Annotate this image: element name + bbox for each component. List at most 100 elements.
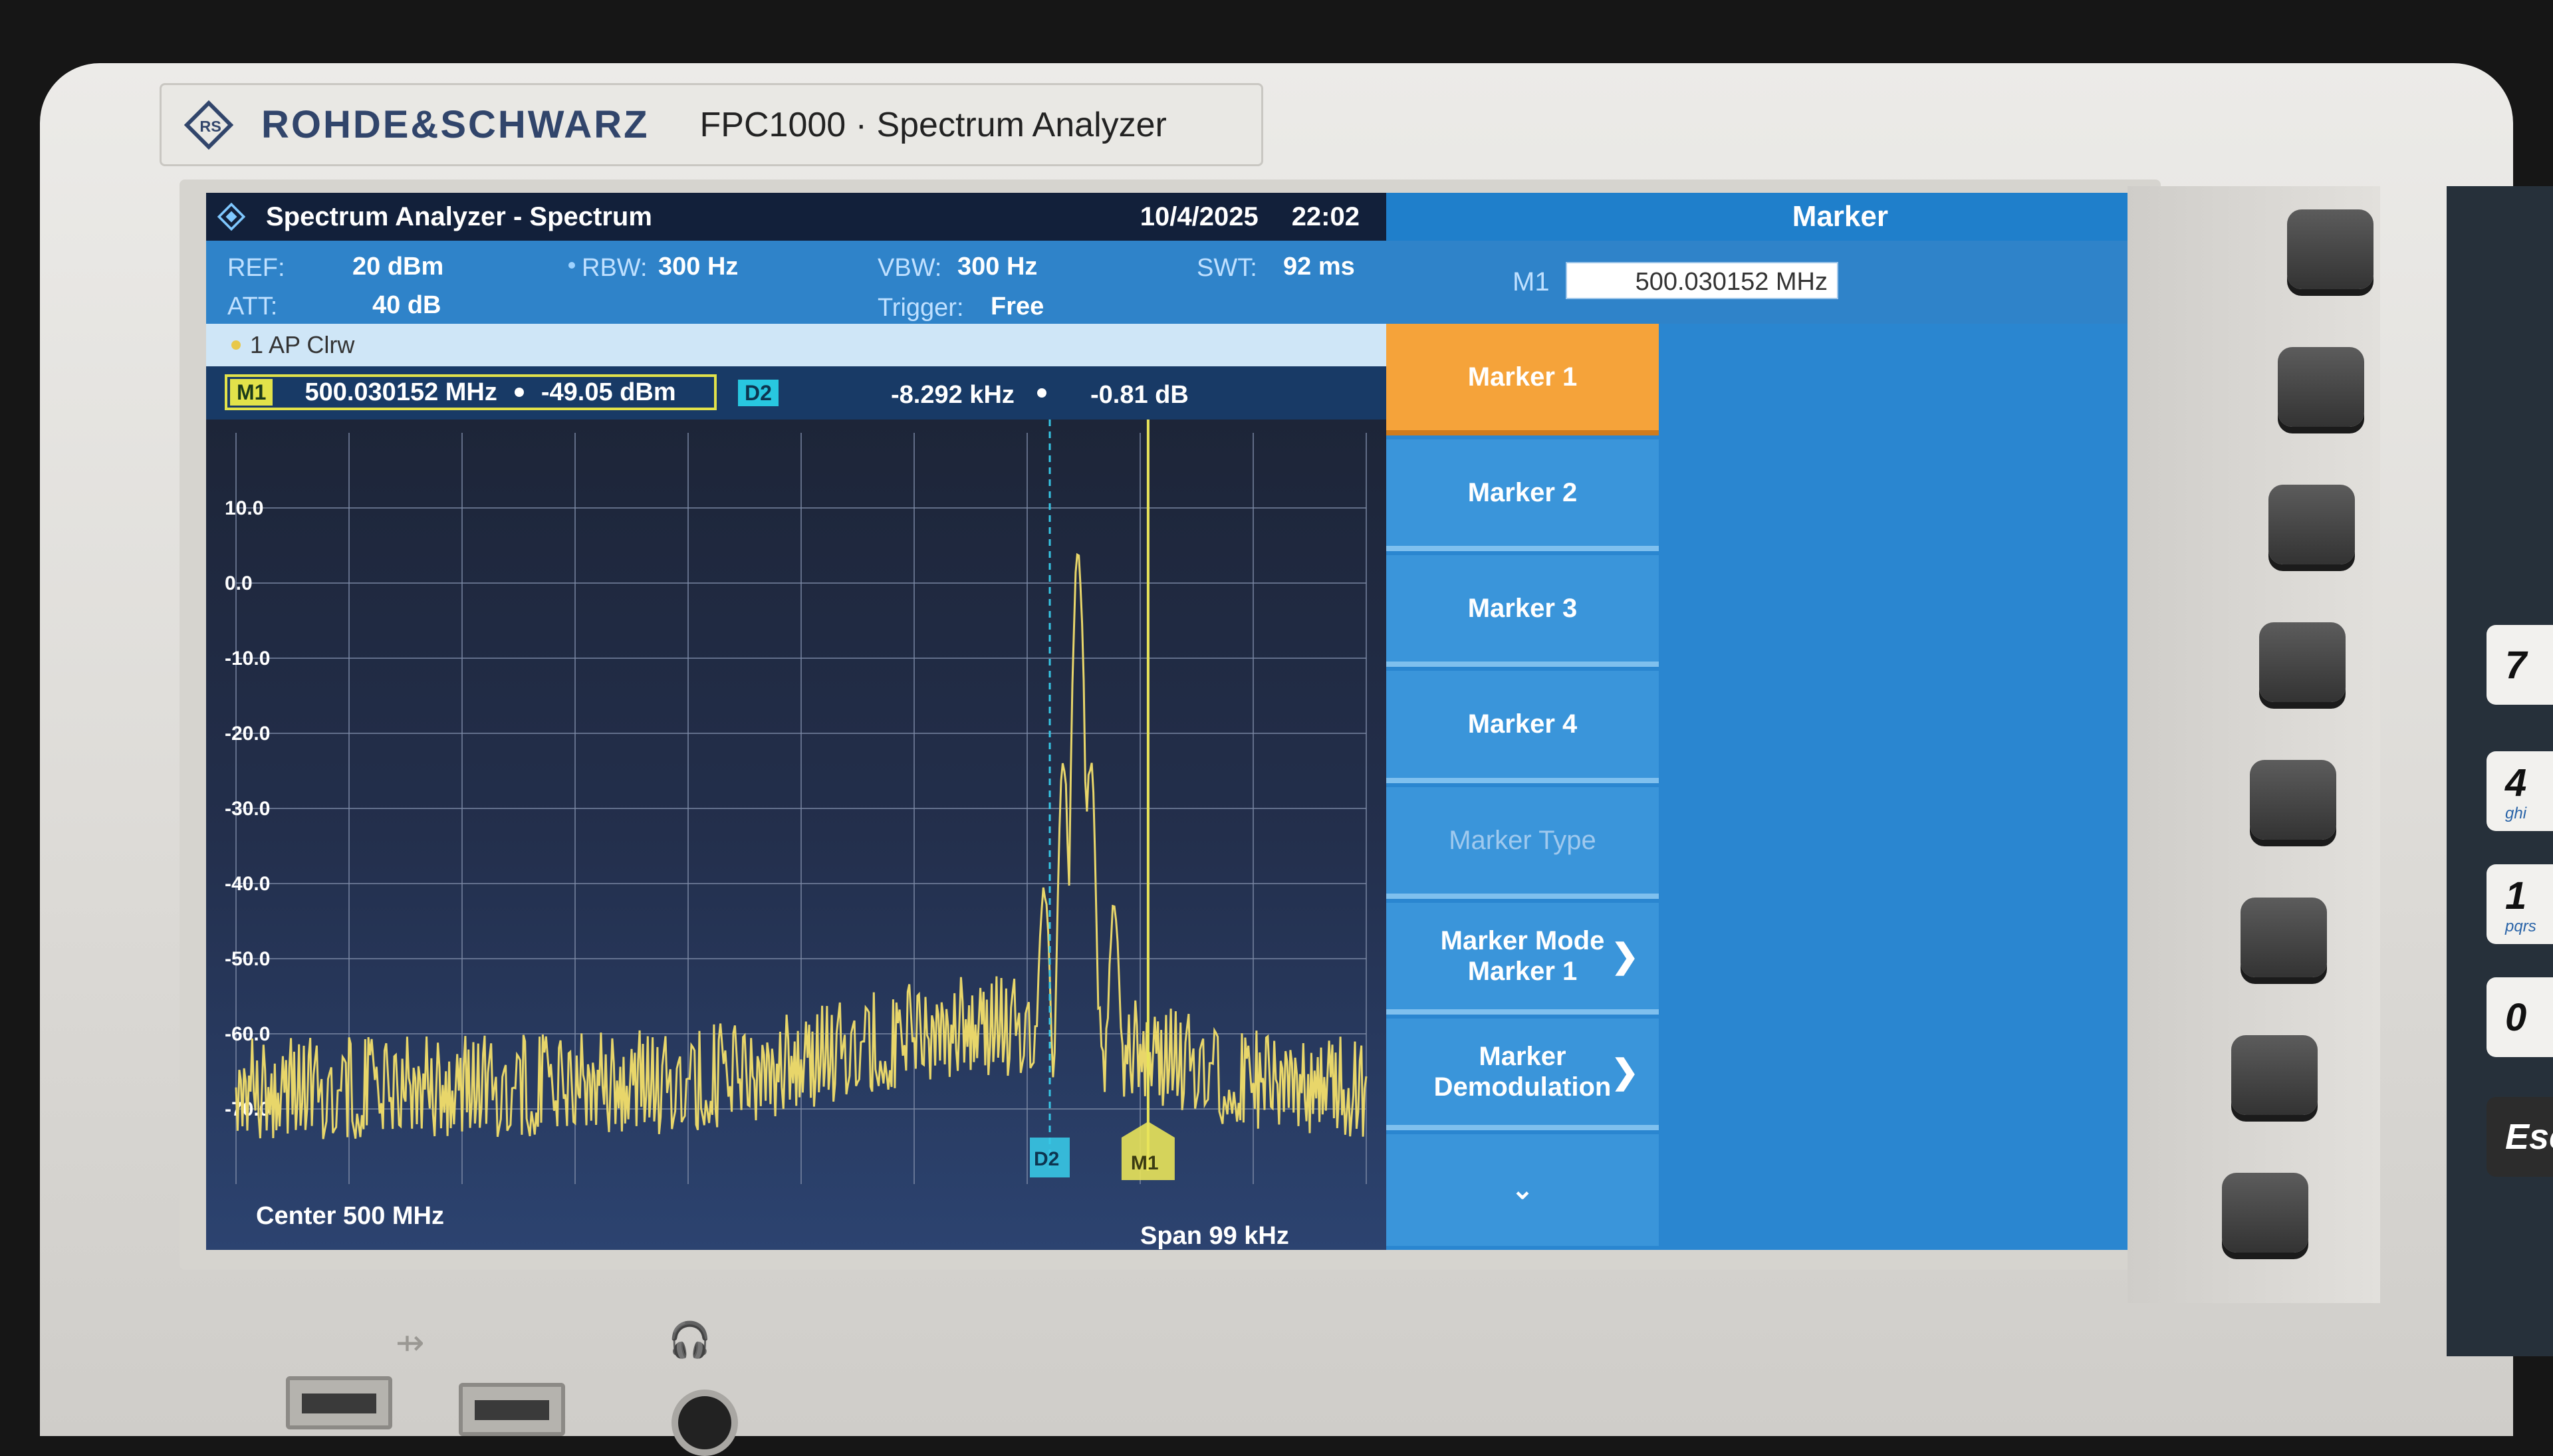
rbw-coupled-indicator xyxy=(568,262,575,269)
hardware-softkey-button[interactable] xyxy=(2222,1173,2308,1253)
vbw-label: VBW: xyxy=(878,254,942,282)
brand-plate: RS ROHDE&SCHWARZ FPC1000 · Spectrum Anal… xyxy=(160,83,1263,166)
title-bar: Spectrum Analyzer - Spectrum 10/4/2025 2… xyxy=(206,193,1386,241)
key-sublabel: ghi xyxy=(2505,804,2527,822)
hardware-softkey-button[interactable] xyxy=(2259,622,2346,702)
usb-port[interactable] xyxy=(459,1383,565,1436)
softkey-marker-demodulation[interactable]: Marker Demodulation ❯ xyxy=(1386,1018,1659,1130)
softkey-marker-1[interactable]: Marker 1 xyxy=(1386,324,1659,436)
m1-tag: M1 xyxy=(230,379,273,406)
svg-text:RS: RS xyxy=(199,117,221,134)
vbw-value[interactable]: 300 Hz xyxy=(957,253,1037,281)
att-label: ATT: xyxy=(227,293,278,320)
hardware-softkey-button[interactable] xyxy=(2241,898,2327,977)
marker-readout-bar: M1 500.030152 MHz -49.05 dBm D2 -8.292 k… xyxy=(206,366,1386,420)
spectrum-chart[interactable]: 10.00.0-10.0-20.0-30.0-40.0-50.0-60.0-70… xyxy=(206,420,1386,1250)
key-label: 4 xyxy=(2505,761,2527,804)
time-display: 22:02 xyxy=(1291,201,1360,231)
d2-marker-label: D2 xyxy=(1034,1148,1059,1170)
usb-icon: ⇸ xyxy=(396,1324,425,1362)
softkey-panel-title: Marker xyxy=(1386,193,2128,241)
marker-entry: M1 500.030152 MHz xyxy=(1386,241,2128,324)
keypad-7[interactable]: 7 xyxy=(2487,625,2553,705)
swt-value[interactable]: 92 ms xyxy=(1283,253,1355,281)
separator-dot xyxy=(514,388,524,397)
y-tick-label: 0.0 xyxy=(225,572,253,594)
display-screen: Spectrum Analyzer - Spectrum 10/4/2025 2… xyxy=(206,193,2128,1250)
app-title: Spectrum Analyzer - Spectrum xyxy=(266,201,652,231)
hardware-softkey-button[interactable] xyxy=(2250,760,2336,840)
rbw-label: RBW: xyxy=(582,254,648,282)
y-tick-label: -40.0 xyxy=(225,873,270,895)
key-label: 0 xyxy=(2505,995,2527,1039)
date-display: 10/4/2025 xyxy=(1140,201,1259,231)
swt-label: SWT: xyxy=(1197,254,1257,282)
y-tick-label: -20.0 xyxy=(225,723,270,745)
key-sublabel: pqrs xyxy=(2505,917,2536,935)
headphone-jack[interactable] xyxy=(671,1390,738,1456)
keypad-4[interactable]: 4 ghi xyxy=(2487,751,2553,831)
softkey-label: Marker 4 xyxy=(1467,709,1578,739)
m1-frequency: 500.030152 MHz xyxy=(304,378,497,406)
app-logo-icon xyxy=(217,202,246,231)
rohde-schwarz-logo-icon: RS xyxy=(183,100,234,150)
more-softkeys-button[interactable]: ⌄ xyxy=(1386,1134,1659,1246)
trace-info-bar: 1 AP Clrw xyxy=(206,324,1386,366)
span-label: Span 99 kHz xyxy=(1140,1222,1289,1250)
softkey-marker-2[interactable]: Marker 2 xyxy=(1386,439,1659,552)
softkey-label: Marker Demodulation xyxy=(1433,1041,1612,1102)
y-tick-label: -60.0 xyxy=(225,1023,270,1045)
m1-marker-label: M1 xyxy=(1131,1152,1159,1174)
softkey-label: ⌄ xyxy=(1511,1175,1534,1205)
softkey-marker-3[interactable]: Marker 3 xyxy=(1386,555,1659,667)
key-label: 7 xyxy=(2505,643,2527,687)
softkey-marker-mode-marker-1[interactable]: Marker Mode Marker 1 ❯ xyxy=(1386,902,1659,1015)
softkey-marker-4[interactable]: Marker 4 xyxy=(1386,671,1659,783)
softkey-label: Marker Mode Marker 1 xyxy=(1440,925,1605,986)
spectrum-plot[interactable]: 10.0 0.0 -10.0 -20.0 -30.0 -40.0 -50.0 -60.0 -70… xyxy=(206,420,1386,1250)
key-label: Esc xyxy=(2505,1117,2553,1157)
device-model: FPC1000 · Spectrum Analyzer xyxy=(699,105,1167,144)
separator-dot xyxy=(1037,388,1046,398)
ref-value[interactable]: 20 dBm xyxy=(352,253,443,281)
hardware-softkey-button[interactable] xyxy=(2278,347,2364,427)
rbw-value[interactable]: 300 Hz xyxy=(658,253,738,281)
marker-frequency-input[interactable]: 500.030152 MHz xyxy=(1566,262,1838,299)
y-tick-label: -10.0 xyxy=(225,648,270,669)
d2-level: -0.81 dB xyxy=(1090,381,1189,409)
hardware-softkey-button[interactable] xyxy=(2231,1035,2318,1115)
trace-info: 1 AP Clrw xyxy=(250,331,355,358)
numeric-keypad: 7 4ghi 1pqrs 0 Esc xyxy=(2447,186,2553,1356)
att-value[interactable]: 40 dB xyxy=(372,291,441,320)
hardware-softkey-button[interactable] xyxy=(2287,209,2373,289)
softkey-label: Marker Type xyxy=(1449,825,1596,855)
keypad-1[interactable]: 1 pqrs xyxy=(2487,864,2553,944)
d2-tag[interactable]: D2 xyxy=(738,380,779,406)
softkey-marker-type: Marker Type xyxy=(1386,787,1659,899)
y-tick-label: -30.0 xyxy=(225,798,270,820)
softkey-label: Marker 2 xyxy=(1467,478,1578,508)
m1-readout[interactable]: M1 500.030152 MHz -49.05 dBm xyxy=(225,374,717,410)
chevron-right-icon: ❯ xyxy=(1611,1052,1639,1090)
softkey-label: Marker 1 xyxy=(1467,362,1578,392)
usb-port[interactable] xyxy=(286,1376,392,1429)
trigger-label: Trigger: xyxy=(878,294,964,322)
y-tick-label: 10.0 xyxy=(225,497,263,519)
y-tick-label: -50.0 xyxy=(225,948,270,970)
marker-entry-label: M1 xyxy=(1513,267,1550,297)
d2-frequency: -8.292 kHz xyxy=(891,381,1015,409)
m1-level: -49.05 dBm xyxy=(541,378,676,406)
hardware-softkey-button[interactable] xyxy=(2268,485,2355,564)
center-frequency-label: Center 500 MHz xyxy=(256,1202,444,1230)
trigger-value[interactable]: Free xyxy=(991,293,1044,321)
esc-key[interactable]: Esc xyxy=(2487,1097,2553,1177)
key-label: 1 xyxy=(2505,874,2527,917)
keypad-0[interactable]: 0 xyxy=(2487,977,2553,1057)
softkey-label: Marker 3 xyxy=(1467,594,1578,624)
ref-label: REF: xyxy=(227,254,285,282)
chevron-right-icon: ❯ xyxy=(1611,937,1639,975)
brand-name: ROHDE&SCHWARZ xyxy=(261,103,650,146)
headphone-icon: 🎧 xyxy=(668,1321,711,1360)
measurement-settings: REF: 20 dBm ATT: 40 dB RBW: 300 Hz VBW: … xyxy=(206,241,1386,324)
softkey-menu: Marker 1 Marker 2 Marker 3 Marker 4 Marker T… xyxy=(1386,324,2128,1250)
